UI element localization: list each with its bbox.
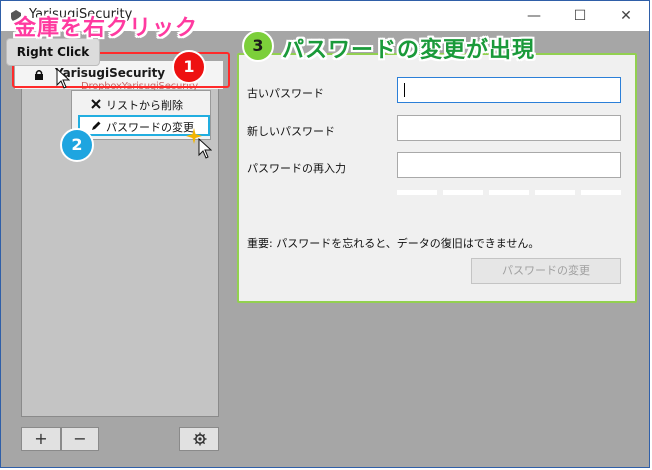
settings-button[interactable]	[179, 427, 219, 451]
gear-icon	[193, 432, 207, 446]
strength-segment	[581, 190, 621, 195]
change-password-button[interactable]: パスワードの変更	[471, 258, 621, 284]
strength-segment	[535, 190, 575, 195]
strength-segment	[489, 190, 529, 195]
reenter-password-field[interactable]	[397, 152, 621, 178]
add-vault-button[interactable]: +	[21, 427, 61, 451]
mouse-cursor-icon	[56, 68, 70, 89]
old-password-field[interactable]	[397, 77, 621, 103]
new-password-field[interactable]	[397, 115, 621, 141]
step1-caption: 金庫を右クリック	[14, 16, 199, 41]
menu-item-label: リストから削除	[106, 99, 183, 112]
right-click-tooltip: Right Click	[6, 38, 100, 66]
strength-segment	[397, 190, 437, 195]
menu-item-remove-from-list[interactable]: リストから削除	[74, 94, 208, 115]
warning-text: 重要: パスワードを忘れると、データの復旧はできません。	[247, 237, 540, 250]
step-badge-1: 1	[172, 50, 206, 84]
text-caret	[404, 83, 405, 97]
maximize-button[interactable]: ☐	[557, 1, 603, 31]
menu-item-label: パスワードの変更	[106, 121, 194, 134]
close-button[interactable]: ✕	[603, 1, 649, 31]
remove-vault-button[interactable]: −	[61, 427, 99, 451]
step3-caption: パスワードの変更が出現	[282, 38, 536, 63]
change-password-panel: 古いパスワード 新しいパスワード パスワードの再入力 重要: パスワードを忘れる…	[237, 53, 637, 303]
step-badge-2: 2	[60, 128, 94, 162]
old-password-label: 古いパスワード	[247, 87, 324, 100]
pencil-icon	[92, 121, 101, 130]
minimize-button[interactable]: —	[511, 1, 557, 31]
reenter-password-label: パスワードの再入力	[247, 162, 346, 175]
close-icon	[91, 99, 101, 109]
step-badge-3: 3	[242, 30, 274, 62]
new-password-label: 新しいパスワード	[247, 125, 335, 138]
mouse-cursor-icon	[198, 138, 212, 159]
strength-segment	[443, 190, 483, 195]
